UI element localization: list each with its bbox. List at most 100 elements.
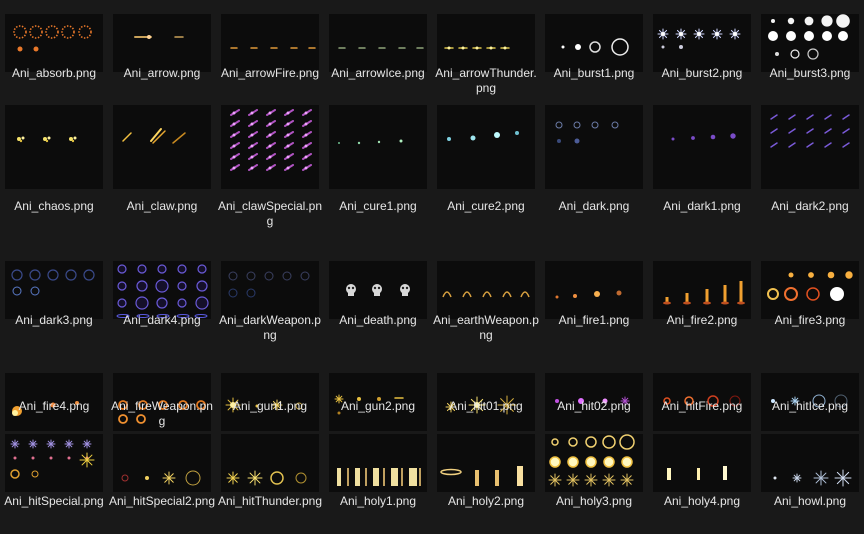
file-item-holy1[interactable]: Ani_holy1.png: [324, 434, 432, 532]
file-name-label: Ani_holy1.png: [339, 494, 417, 508]
file-item-fire4[interactable]: Ani_fire4.png: [0, 373, 108, 435]
file-item-burst2[interactable]: Ani_burst2.png: [648, 14, 756, 80]
file-item-hitSpecial2[interactable]: Ani_hitSpecial2.png: [108, 434, 216, 532]
file-thumbnail: [545, 434, 643, 492]
file-name-label: Ani_dark1.png: [663, 199, 741, 213]
file-thumbnail: [5, 105, 103, 189]
file-item-dark[interactable]: Ani_dark.png: [540, 105, 648, 213]
file-item-chaos[interactable]: Ani_chaos.png: [0, 105, 108, 213]
file-name-label: Ani_gun2.png: [340, 399, 416, 413]
file-name-label: Ani_fire4.png: [18, 399, 90, 413]
file-name-label: Ani_clawSpecial.png: [217, 199, 323, 228]
file-name-label: Ani_burst1.png: [553, 66, 635, 80]
file-name-label: Ani_holy2.png: [447, 494, 525, 508]
file-name-label: Ani_arrowFire.png: [220, 66, 320, 80]
file-item-cure1[interactable]: Ani_cure1.png: [324, 105, 432, 213]
file-name-label: Ani_hitSpecial.png: [4, 494, 104, 508]
file-item-burst3[interactable]: Ani_burst3.png: [756, 14, 864, 80]
file-grid: Ani_absorb.png Ani_arrow.png Ani_arrowFire…: [0, 0, 864, 534]
file-item-arrowIce[interactable]: Ani_arrowIce.png: [324, 14, 432, 80]
file-item-hitIce[interactable]: Ani_hitIce.png: [756, 373, 864, 435]
file-thumbnail: [221, 14, 319, 72]
file-thumbnail: [113, 434, 211, 492]
file-item-hit01[interactable]: Ani_hit01.png: [432, 373, 540, 435]
file-thumbnail: [437, 434, 535, 492]
file-item-burst1[interactable]: Ani_burst1.png: [540, 14, 648, 80]
file-thumbnail: [5, 14, 103, 72]
file-thumbnail: [221, 105, 319, 189]
file-item-death[interactable]: Ani_death.png: [324, 261, 432, 327]
file-item-cure2[interactable]: Ani_cure2.png: [432, 105, 540, 213]
file-item-dark4[interactable]: Ani_dark4.png: [108, 261, 216, 327]
file-name-label: Ani_chaos.png: [14, 199, 94, 213]
file-thumbnail: [329, 261, 427, 319]
file-item-fire2[interactable]: Ani_fire2.png: [648, 261, 756, 327]
file-item-hitSpecial[interactable]: Ani_hitSpecial.png: [0, 434, 108, 532]
file-thumbnail: [113, 261, 211, 319]
file-thumbnail: [653, 434, 751, 492]
file-item-holy2[interactable]: Ani_holy2.png: [432, 434, 540, 532]
file-name-label: Ani_dark2.png: [771, 199, 849, 213]
file-thumbnail: [437, 261, 535, 319]
file-thumbnail: [437, 105, 535, 189]
file-item-holy3[interactable]: Ani_holy3.png: [540, 434, 648, 532]
file-item-darkWeapon[interactable]: Ani_darkWeapon.png: [216, 261, 324, 342]
file-item-holy4[interactable]: Ani_holy4.png: [648, 434, 756, 532]
file-name-label: Ani_claw.png: [126, 199, 198, 213]
file-thumbnail: [761, 14, 859, 72]
file-name-label: Ani_dark4.png: [123, 313, 201, 327]
file-name-label: Ani_holy3.png: [555, 494, 633, 508]
file-name-label: Ani_holy4.png: [663, 494, 741, 508]
file-name-label: Ani_hit02.png: [557, 399, 631, 413]
file-name-label: Ani_burst3.png: [769, 66, 851, 80]
file-item-fire3[interactable]: Ani_fire3.png: [756, 261, 864, 327]
file-item-gun1[interactable]: Ani_gun1.png: [216, 373, 324, 435]
file-item-arrow[interactable]: Ani_arrow.png: [108, 14, 216, 80]
file-item-earthWeapon[interactable]: Ani_earthWeapon.png: [432, 261, 540, 342]
file-item-fireWeapon[interactable]: Ani_fireWeapon.png: [108, 373, 216, 435]
file-item-arrowFire[interactable]: Ani_arrowFire.png: [216, 14, 324, 80]
file-name-label: Ani_gun1.png: [232, 399, 308, 413]
file-item-hitFire[interactable]: Ani_hitFire.png: [648, 373, 756, 435]
file-thumbnail: [545, 261, 643, 319]
file-item-hitThunder[interactable]: Ani_hitThunder.png: [216, 434, 324, 532]
file-thumbnail: [761, 261, 859, 319]
file-thumbnail: [329, 434, 427, 492]
file-thumbnail: [761, 105, 859, 189]
file-thumbnail: [545, 14, 643, 72]
file-item-hit02[interactable]: Ani_hit02.png: [540, 373, 648, 435]
file-item-fire1[interactable]: Ani_fire1.png: [540, 261, 648, 327]
file-thumbnail: [761, 434, 859, 492]
file-name-label: Ani_hitSpecial2.png: [108, 494, 216, 508]
file-name-label: Ani_hit01.png: [449, 399, 523, 413]
file-item-dark2[interactable]: Ani_dark2.png: [756, 105, 864, 213]
file-item-gun2[interactable]: Ani_gun2.png: [324, 373, 432, 435]
file-item-dark1[interactable]: Ani_dark1.png: [648, 105, 756, 213]
file-name-label: Ani_hitIce.png: [771, 399, 849, 413]
file-thumbnail: [329, 14, 427, 72]
file-name-label: Ani_arrow.png: [123, 66, 201, 80]
file-thumbnail: [5, 434, 103, 492]
file-name-label: Ani_howl.png: [773, 494, 847, 508]
file-thumbnail: [545, 105, 643, 189]
file-item-absorb[interactable]: Ani_absorb.png: [0, 14, 108, 80]
file-name-label: Ani_fire3.png: [774, 313, 846, 327]
file-name-label: Ani_hitThunder.png: [217, 494, 323, 508]
file-thumbnail: [653, 261, 751, 319]
file-name-label: Ani_cure2.png: [447, 199, 525, 213]
file-item-clawSpecial[interactable]: Ani_clawSpecial.png: [216, 105, 324, 228]
file-item-howl[interactable]: Ani_howl.png: [756, 434, 864, 532]
file-thumbnail: [5, 261, 103, 319]
file-name-label: Ani_dark.png: [558, 199, 630, 213]
file-name-label: Ani_arrowThunder.png: [435, 66, 537, 95]
file-name-label: Ani_arrowIce.png: [331, 66, 425, 80]
file-item-dark3[interactable]: Ani_dark3.png: [0, 261, 108, 327]
file-item-arrowThunder[interactable]: Ani_arrowThunder.png: [432, 14, 540, 95]
file-name-label: Ani_burst2.png: [661, 66, 743, 80]
file-name-label: Ani_earthWeapon.png: [433, 313, 539, 342]
file-name-label: Ani_fireWeapon.png: [111, 399, 213, 428]
file-name-label: Ani_death.png: [339, 313, 417, 327]
file-name-label: Ani_dark3.png: [15, 313, 93, 327]
file-item-claw[interactable]: Ani_claw.png: [108, 105, 216, 213]
file-name-label: Ani_hitFire.png: [661, 399, 743, 413]
